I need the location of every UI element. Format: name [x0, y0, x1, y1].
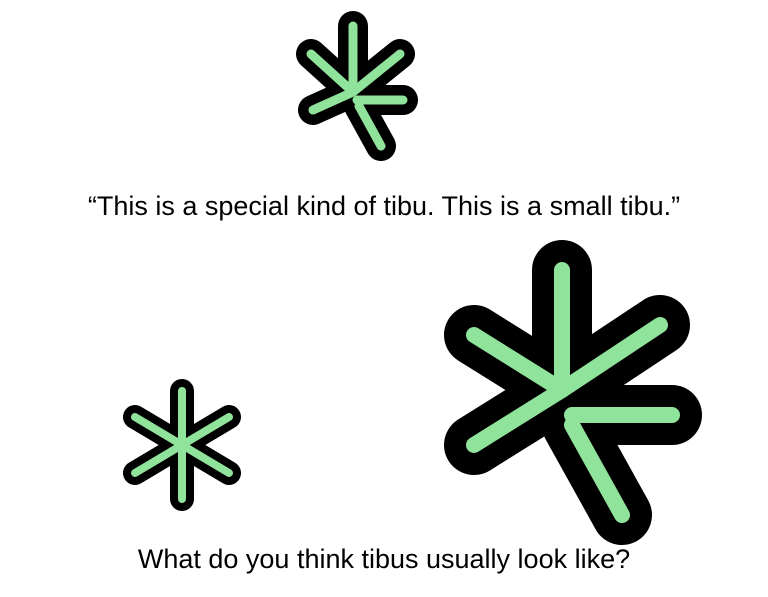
- caption-bottom: What do you think tibus usually look lik…: [137, 544, 631, 574]
- tibu-outline: [296, 11, 418, 161]
- tibu-outline: [444, 240, 702, 545]
- large-tibu-figure: [444, 240, 702, 545]
- tibu-outline: [123, 379, 241, 511]
- caption-top: “This is a special kind of tibu. This is…: [87, 191, 681, 221]
- typical-tibu-figure: [123, 379, 241, 511]
- small-tibu-figure: [296, 11, 418, 161]
